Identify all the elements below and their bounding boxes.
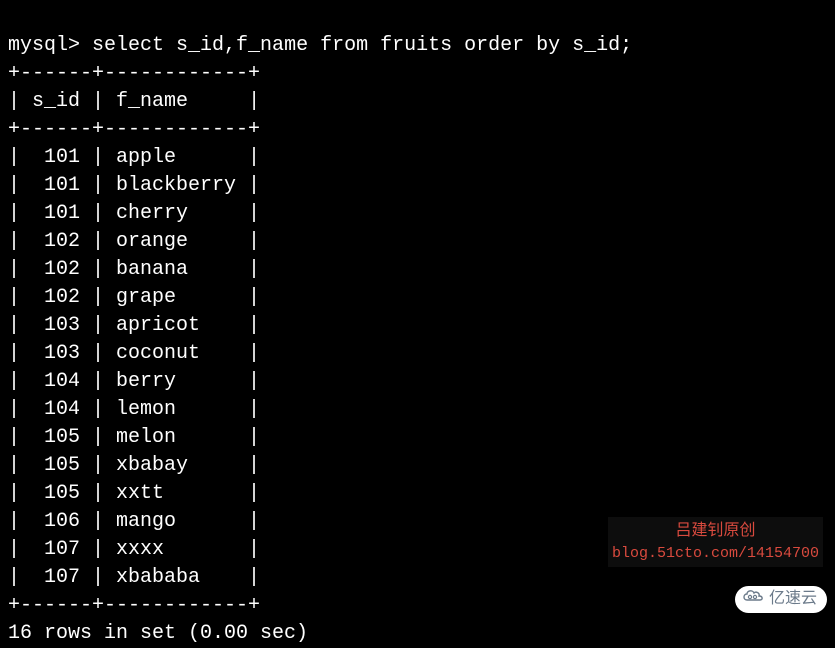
table-row: | 105 | xxtt | (8, 482, 260, 505)
col-header-fname: f_name (116, 90, 188, 113)
table-border-mid: +------+------------+ (8, 118, 260, 141)
table-row: | 103 | apricot | (8, 314, 260, 337)
table-row: | 105 | melon | (8, 426, 260, 449)
table-row: | 103 | coconut | (8, 342, 260, 365)
table-row: | 105 | xbabay | (8, 454, 260, 477)
table-row: | 102 | grape | (8, 286, 260, 309)
watermark-author: 吕建钊原创 (612, 519, 819, 543)
table-row: | 104 | berry | (8, 370, 260, 393)
table-row: | 106 | mango | (8, 510, 260, 533)
watermark-attribution: 吕建钊原创 blog.51cto.com/14154700 (608, 517, 823, 568)
table-header: | s_id | f_name | (8, 90, 260, 113)
sql-query: select s_id,f_name from fruits order by … (92, 34, 632, 57)
mysql-prompt: mysql> (8, 34, 80, 57)
table-row: | 102 | banana | (8, 258, 260, 281)
table-row: | 101 | blackberry | (8, 174, 260, 197)
watermark-brand-text: 亿速云 (769, 588, 817, 610)
table-row: | 101 | apple | (8, 146, 260, 169)
result-footer: 16 rows in set (0.00 sec) (8, 622, 308, 645)
watermark-brand: 亿速云 (735, 586, 827, 613)
table-row: | 107 | xbababa | (8, 566, 260, 589)
table-border-bottom: +------+------------+ (8, 594, 260, 617)
table-row: | 107 | xxxx | (8, 538, 260, 561)
table-row: | 104 | lemon | (8, 398, 260, 421)
table-border-top: +------+------------+ (8, 62, 260, 85)
watermark-url: blog.51cto.com/14154700 (612, 543, 819, 566)
cloud-icon (741, 588, 765, 611)
table-row: | 101 | cherry | (8, 202, 260, 225)
col-header-sid: s_id (32, 90, 80, 113)
table-row: | 102 | orange | (8, 230, 260, 253)
